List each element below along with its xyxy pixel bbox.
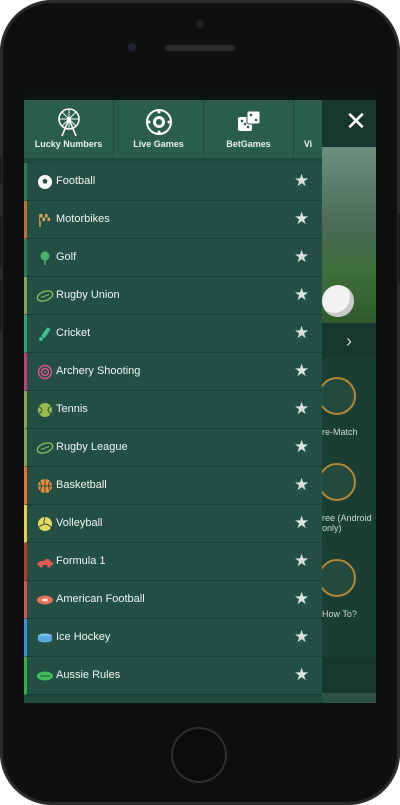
background-footer [322,693,376,703]
screen: › re-Match ree (Android only) How To? ✕ [24,89,376,703]
sport-row-football[interactable]: Football ★ [24,163,322,201]
earpiece-speaker [165,45,235,51]
sport-row-rugby-league[interactable]: Rugby League ★ [24,429,322,467]
topnav-label: Live Games [133,139,184,149]
sport-label: Basketball [56,479,107,491]
promo-text: re-Match [322,427,358,437]
favorite-star-icon[interactable]: ★ [294,666,312,684]
favorite-star-icon[interactable]: ★ [294,438,312,456]
dice-icon [204,107,293,137]
american-football-icon [35,590,55,610]
favorite-star-icon[interactable]: ★ [294,514,312,532]
sport-label: Cricket [56,327,91,339]
rugby-ball-icon [35,286,55,306]
basketball-icon [35,476,55,496]
sport-row-cricket[interactable]: Cricket ★ [24,315,322,353]
topnav-lucky-numbers[interactable]: Lucky Numbers [24,100,114,158]
volume-down-button [0,280,2,332]
race-car-icon [35,552,55,572]
hockey-puck-icon [35,628,55,648]
topnav-label: BetGames [226,139,271,149]
favorite-star-icon[interactable]: ★ [294,362,312,380]
promo-circle[interactable] [318,463,356,501]
sport-row-aussie-rules[interactable]: Aussie Rules ★ [24,657,322,695]
sport-row-american-football[interactable]: American Football ★ [24,581,322,619]
topnav-betgames[interactable]: BetGames [204,100,294,158]
sport-row-rugby-union[interactable]: Rugby Union ★ [24,277,322,315]
topnav-label: Lucky Numbers [34,139,103,149]
side-drawer: Lucky Numbers Live Games BetGames Vi Foo… [24,100,322,703]
home-button[interactable] [171,727,227,783]
topnav-live-games[interactable]: Live Games [114,100,204,158]
football-image [322,285,354,317]
promo-text: only) [322,523,342,533]
chevron-right-icon[interactable]: › [346,331,352,352]
sport-row-formula-1[interactable]: Formula 1 ★ [24,543,322,581]
sport-label: Aussie Rules [56,669,121,681]
sport-label: Rugby Union [56,289,120,301]
sport-row-basketball[interactable]: Basketball ★ [24,467,322,505]
sport-row-archery-shooting[interactable]: Archery Shooting ★ [24,353,322,391]
golf-icon [35,248,55,268]
roulette-wheel-icon [114,107,203,137]
football-icon [35,172,55,192]
sport-row-motorbikes[interactable]: Motorbikes ★ [24,201,322,239]
topnav-virtuals[interactable]: Vi [294,100,322,158]
promo-text: ree (Android [322,513,372,523]
topnav-label: Vi [303,139,313,149]
favorite-star-icon[interactable]: ★ [294,324,312,342]
sport-label: Football [56,175,96,187]
promo-text: How To? [322,609,357,619]
favorite-star-icon[interactable]: ★ [294,590,312,608]
favorite-star-icon[interactable]: ★ [294,286,312,304]
close-icon: ✕ [345,106,367,136]
promo-circle[interactable] [318,559,356,597]
cricket-icon [35,324,55,344]
proximity-sensor [196,20,204,28]
sport-label: Formula 1 [56,555,106,567]
sport-label: Rugby League [56,441,128,453]
favorite-star-icon[interactable]: ★ [294,400,312,418]
aussie-rules-ball-icon [35,666,55,686]
volume-up-button [0,216,2,268]
mute-switch [0,156,2,184]
target-icon [35,362,55,382]
chequered-flag-icon [35,210,55,230]
sport-row-golf[interactable]: Golf ★ [24,239,322,277]
favorite-star-icon[interactable]: ★ [294,248,312,266]
favorite-star-icon[interactable]: ★ [294,172,312,190]
favorite-star-icon[interactable]: ★ [294,552,312,570]
sport-row-volleyball[interactable]: Volleyball ★ [24,505,322,543]
tennis-ball-icon [35,400,55,420]
top-nav: Lucky Numbers Live Games BetGames Vi [24,100,322,158]
rugby-ball-icon [35,438,55,458]
ferris-wheel-icon [24,107,113,137]
promo-circle[interactable] [318,377,356,415]
volleyball-icon [35,514,55,534]
phone-frame: › re-Match ree (Android only) How To? ✕ [0,0,400,805]
sport-label: Tennis [56,403,88,415]
close-button[interactable]: ✕ [342,107,370,135]
sport-row-tennis[interactable]: Tennis ★ [24,391,322,429]
sport-label: Motorbikes [56,213,110,225]
sports-list: Football ★ Motorbikes ★ Golf ★ Rugby Union ★ Cri… [24,163,322,695]
sport-label: Ice Hockey [56,631,111,643]
sport-label: Archery Shooting [56,365,141,377]
favorite-star-icon[interactable]: ★ [294,628,312,646]
front-camera [126,41,138,53]
status-bar [24,89,376,100]
sport-label: American Football [56,593,145,605]
sport-label: Volleyball [56,517,103,529]
sport-label: Golf [56,251,77,263]
favorite-star-icon[interactable]: ★ [294,476,312,494]
favorite-star-icon[interactable]: ★ [294,210,312,228]
sport-row-ice-hockey[interactable]: Ice Hockey ★ [24,619,322,657]
